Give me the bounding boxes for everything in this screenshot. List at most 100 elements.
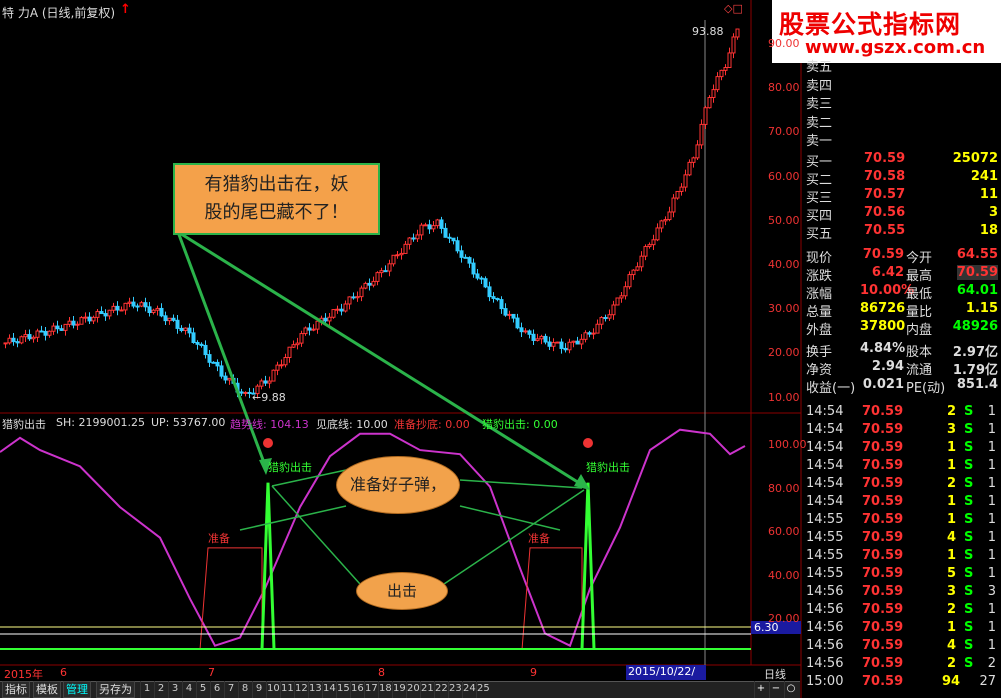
page-number-tab[interactable]: 3 <box>168 681 181 698</box>
page-number-tab[interactable]: 20 <box>406 681 420 698</box>
candle-body <box>407 237 412 245</box>
candle-body <box>71 320 76 326</box>
page-number-tab[interactable]: 16 <box>350 681 364 698</box>
bottom-tab[interactable]: 另存为 <box>96 681 135 698</box>
tick-price: 70.59 <box>862 566 904 581</box>
candle-body <box>275 364 280 371</box>
candle-body <box>299 333 304 344</box>
buy-level-price: 70.55 <box>864 223 906 238</box>
page-number-tab[interactable]: 1 <box>140 681 153 698</box>
candle-body <box>663 219 668 222</box>
tick-row: 14:55 70.59 5 S 1 <box>804 566 1000 584</box>
page-number-tab[interactable]: 24 <box>462 681 476 698</box>
page-number-tab[interactable]: 14 <box>322 681 336 698</box>
candle-body <box>307 327 312 331</box>
attack-signal-spike <box>580 482 596 650</box>
up-arrow-icon: ↑ <box>120 2 131 17</box>
buy-level-row: 买五 70.55 18 <box>804 223 1000 242</box>
candle-body <box>239 391 244 394</box>
candle-body <box>183 327 188 332</box>
page-number-tab[interactable]: 18 <box>378 681 392 698</box>
page-number-tab[interactable]: 25 <box>476 681 490 698</box>
page-number-tab[interactable]: 21 <box>420 681 434 698</box>
candle-body <box>139 302 144 307</box>
page-number-tab[interactable]: 15 <box>336 681 350 698</box>
candle-body <box>243 391 248 394</box>
candle-body <box>119 309 124 312</box>
stat-label: 量比 <box>906 305 933 320</box>
stat-value: 10.00% <box>860 283 915 298</box>
sell-level-label: 卖一 <box>806 134 833 149</box>
page-number-tab[interactable]: 8 <box>238 681 251 698</box>
stat-value: 70.59 <box>956 265 998 280</box>
page-number-tab[interactable]: 12 <box>294 681 308 698</box>
candle-body <box>123 302 128 311</box>
candle-body <box>555 341 560 344</box>
page-number-tab[interactable]: 9 <box>252 681 265 698</box>
candle-body <box>475 273 480 279</box>
candle-body <box>131 301 136 307</box>
diamond-icon[interactable]: ◇□ <box>724 2 743 15</box>
tick-side: S <box>964 404 974 419</box>
page-number-tab[interactable]: 2 <box>154 681 167 698</box>
indicator-name[interactable]: 猎豹出击 <box>2 416 46 432</box>
candle-body <box>639 255 644 268</box>
page-number-tab[interactable]: 6 <box>210 681 223 698</box>
low-price-mark: ←9.88 <box>252 391 286 404</box>
cursor-date: 2015/10/22/四 <box>626 665 706 693</box>
tick-volume: 1 <box>946 458 956 473</box>
tick-time: 14:55 <box>806 548 844 563</box>
tick-volume: 3 <box>946 584 956 599</box>
tick-time: 14:56 <box>806 620 844 635</box>
scroll-button[interactable]: − <box>769 681 782 698</box>
page-number-tab[interactable]: 17 <box>364 681 378 698</box>
candle-body <box>591 332 596 335</box>
scroll-button[interactable]: ○ <box>784 681 797 698</box>
tick-side: S <box>964 512 974 527</box>
candle-body <box>55 325 60 330</box>
stat-value: 64.01 <box>956 283 998 298</box>
page-number-tab[interactable]: 7 <box>224 681 237 698</box>
price-tick-label: 60.00 <box>768 169 800 183</box>
stat-label: 最高 <box>906 269 933 284</box>
page-number-tab[interactable]: 13 <box>308 681 322 698</box>
tick-price: 70.59 <box>862 512 904 527</box>
page-number-tab[interactable]: 19 <box>392 681 406 698</box>
page-number-tab[interactable]: 11 <box>280 681 294 698</box>
page-number-tab[interactable]: 4 <box>182 681 195 698</box>
stat-label: 涨幅 <box>806 287 833 302</box>
candle-body <box>287 346 292 358</box>
candle-body <box>175 319 180 329</box>
stat-label: 总量 <box>806 305 833 320</box>
candle-body <box>135 305 140 308</box>
attack-label-1: 猎豹出击 <box>268 461 312 474</box>
bottom-tab[interactable]: 指标 <box>2 681 30 698</box>
candle-body <box>215 361 220 367</box>
tick-count: 27 <box>979 674 996 689</box>
page-number-tab[interactable]: 5 <box>196 681 209 698</box>
stat-label: 换手 <box>806 345 833 360</box>
candle-body <box>635 266 640 271</box>
buy-level-volume: 241 <box>970 169 998 184</box>
tick-price: 70.59 <box>862 584 904 599</box>
bottom-tab[interactable]: 模板 <box>33 681 61 698</box>
buy-level-label: 买二 <box>806 173 833 188</box>
candle-body <box>363 282 368 289</box>
page-number-tab[interactable]: 22 <box>434 681 448 698</box>
scroll-button[interactable]: + <box>754 681 767 698</box>
tick-price: 70.59 <box>862 458 904 473</box>
candle-body <box>395 254 400 257</box>
candle-body <box>571 340 576 343</box>
page-number-tab[interactable]: 23 <box>448 681 462 698</box>
tick-price: 70.59 <box>862 674 904 689</box>
candle-body <box>127 301 132 304</box>
tick-time: 14:54 <box>806 458 844 473</box>
period-label[interactable]: 日线 <box>764 666 786 682</box>
indicator-up: UP: 53767.00 <box>151 416 226 429</box>
buy-level-label: 买五 <box>806 227 833 242</box>
page-number-tab[interactable]: 10 <box>266 681 280 698</box>
bottom-tab[interactable]: 管理 <box>63 681 91 698</box>
candle-body <box>567 341 572 351</box>
candle-body <box>459 250 464 258</box>
tick-time: 14:56 <box>806 584 844 599</box>
